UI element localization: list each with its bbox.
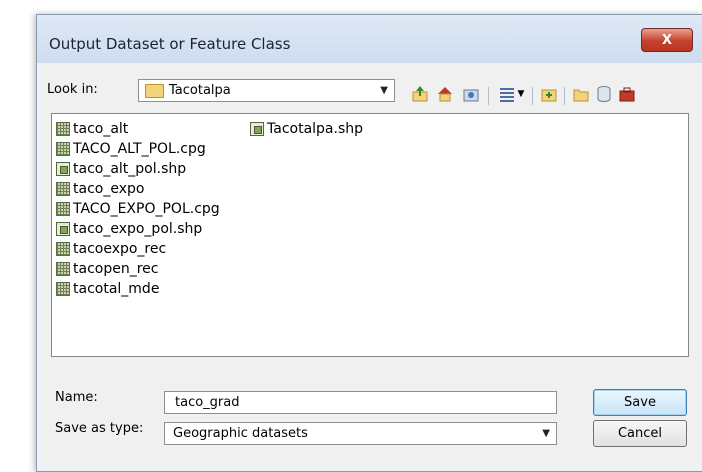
list-item[interactable]: Tacotalpa.shp [250,119,363,139]
folder-icon[interactable] [570,83,592,105]
home-icon[interactable] [434,83,456,105]
connect-folder-icon[interactable] [460,83,482,105]
close-icon: X [661,32,673,48]
new-folder-icon[interactable] [538,83,560,105]
raster-dataset-icon [56,122,70,136]
shapefile-icon [250,122,264,136]
look-in-value: Tacotalpa [169,83,231,98]
chevron-down-icon[interactable]: ▼ [515,83,527,105]
list-item[interactable]: tacotal_mde [56,279,159,299]
save-dialog: Output Dataset or Feature Class X Look i… [36,14,702,472]
folder-icon [145,84,164,98]
name-input-value: taco_grad [175,395,240,410]
look-in-label: Look in: [47,82,98,97]
list-item[interactable]: TACO_EXPO_POL.cpg [56,199,220,219]
list-item[interactable]: taco_expo [56,179,144,199]
list-item[interactable]: taco_alt_pol.shp [56,159,186,179]
cancel-button[interactable]: Cancel [593,420,687,447]
shapefile-icon [56,222,70,236]
save-as-type-value: Geographic datasets [173,426,308,441]
database-icon[interactable] [593,83,615,105]
up-folder-icon[interactable] [409,83,431,105]
look-in-combobox[interactable]: Tacotalpa ▼ [138,79,395,102]
file-list[interactable]: taco_alt TACO_ALT_POL.cpg taco_alt_pol.s… [51,113,689,357]
save-as-type-select[interactable]: Geographic datasets ▼ [164,422,557,445]
raster-dataset-icon [56,182,70,196]
toolbox-icon[interactable] [616,83,638,105]
title-bar: Output Dataset or Feature Class X [37,15,702,63]
name-label: Name: [55,390,98,405]
close-button[interactable]: X [641,28,693,52]
shapefile-icon [56,162,70,176]
list-item[interactable]: tacoexpo_rec [56,239,166,259]
list-item[interactable]: TACO_ALT_POL.cpg [56,139,206,159]
raster-dataset-icon [56,142,70,156]
save-button[interactable]: Save [593,389,687,416]
save-as-type-label: Save as type: [55,421,144,436]
chevron-down-icon: ▼ [380,85,388,96]
dialog-body: Look in: Tacotalpa ▼ ▼ taco_alt TACO_ALT… [43,63,697,465]
chevron-down-icon: ▼ [542,428,550,439]
list-item[interactable]: tacopen_rec [56,259,158,279]
list-item[interactable]: taco_alt [56,119,128,139]
raster-dataset-icon [56,202,70,216]
name-input[interactable]: taco_grad [164,391,557,414]
list-item[interactable]: taco_expo_pol.shp [56,219,202,239]
raster-dataset-icon [56,242,70,256]
raster-dataset-icon [56,262,70,276]
raster-dataset-icon [56,282,70,296]
dialog-title: Output Dataset or Feature Class [49,35,291,53]
